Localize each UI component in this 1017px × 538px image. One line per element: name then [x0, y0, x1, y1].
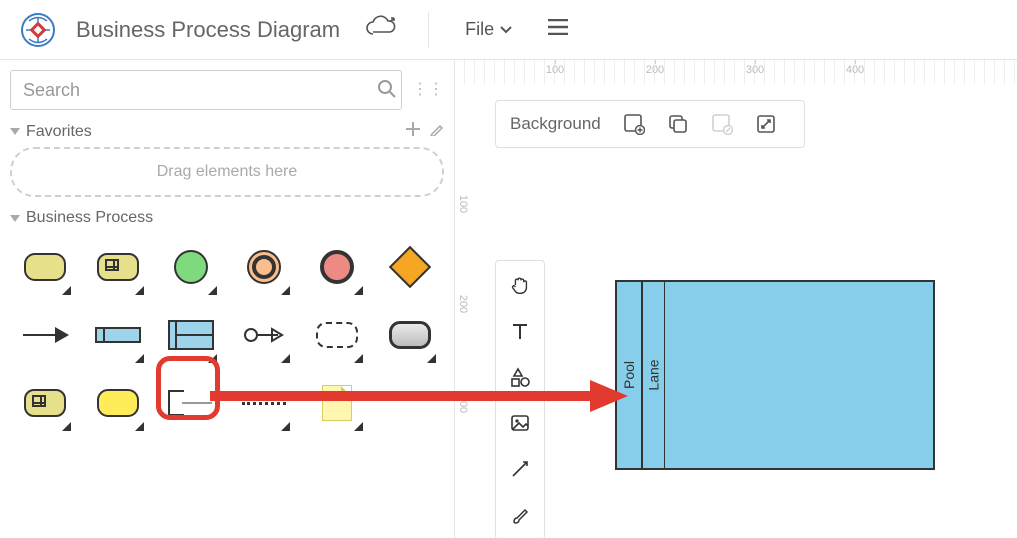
tool-hand-icon[interactable]	[506, 271, 534, 299]
shape-lanes[interactable]	[161, 307, 221, 363]
empty	[380, 375, 440, 431]
shape-intermediate-event[interactable]	[234, 239, 294, 295]
ruler-horizontal: 100 200 300 400	[455, 60, 1017, 84]
tool-text-icon[interactable]	[506, 317, 534, 345]
panel-drag-handle-icon[interactable]: ⋮⋮	[412, 86, 444, 94]
tool-line-icon[interactable]	[506, 455, 534, 483]
bg-add-icon[interactable]	[623, 113, 645, 135]
cloud-sync-icon[interactable]	[364, 15, 398, 44]
shape-rounded-gray[interactable]	[380, 307, 440, 363]
file-menu-label: File	[465, 19, 494, 40]
bg-duplicate-icon[interactable]	[667, 113, 689, 135]
collapse-icon	[10, 215, 20, 222]
shape-start-event[interactable]	[161, 239, 221, 295]
favorites-label: Favorites	[26, 123, 92, 141]
collapse-icon	[10, 128, 20, 135]
shape-gateway[interactable]	[380, 239, 440, 295]
favorites-drop-target[interactable]: Drag elements here	[10, 147, 444, 197]
canvas-toolbar	[495, 260, 545, 538]
tool-image-icon[interactable]	[506, 409, 534, 437]
lane-body[interactable]	[665, 282, 933, 468]
shape-catch-event[interactable]	[234, 307, 294, 363]
shape-subprocess-yellow[interactable]	[15, 375, 75, 431]
ruler-tick: 100	[457, 195, 469, 213]
tool-pen-icon[interactable]	[506, 501, 534, 529]
add-favorite-button[interactable]	[406, 122, 420, 141]
lane-header[interactable]: Lane	[643, 282, 665, 468]
topbar: Business Process Diagram File	[0, 0, 1017, 60]
ruler-tick: 100	[546, 64, 564, 76]
chevron-down-icon	[500, 26, 512, 34]
bg-edit-icon[interactable]	[711, 113, 733, 135]
sidebar: ⋮⋮ Favorites Drag elements here Business…	[0, 60, 455, 538]
ruler-tick: 200	[457, 295, 469, 313]
background-toolbar: Background	[495, 100, 805, 148]
file-menu[interactable]: File	[465, 19, 512, 40]
edit-favorites-button[interactable]	[430, 122, 444, 141]
pool-label: Pool	[621, 361, 637, 389]
favorites-drop-hint: Drag elements here	[157, 163, 298, 181]
shape-dotted-flow[interactable]	[234, 375, 294, 431]
bg-expand-icon[interactable]	[755, 113, 777, 135]
shape-lane-bracket[interactable]	[161, 375, 221, 431]
page-title: Business Process Diagram	[76, 17, 340, 43]
tool-shapes-icon[interactable]	[506, 363, 534, 391]
lane-label: Lane	[646, 359, 662, 390]
background-toolbar-label: Background	[510, 114, 601, 134]
shape-pool[interactable]	[88, 307, 148, 363]
shape-subprocess-dashed[interactable]	[307, 307, 367, 363]
shape-sequence-flow[interactable]	[15, 307, 75, 363]
search-input[interactable]	[10, 70, 402, 110]
favorites-header[interactable]: Favorites	[10, 122, 444, 141]
ruler-tick: 300	[746, 64, 764, 76]
ruler-tick: 400	[846, 64, 864, 76]
hamburger-menu-button[interactable]	[548, 19, 568, 40]
pool-header[interactable]: Pool	[617, 282, 643, 468]
ruler-tick: 300	[457, 395, 469, 413]
ruler-tick: 200	[646, 64, 664, 76]
search-icon[interactable]	[378, 80, 396, 103]
ruler-vertical: 100 200 300	[455, 84, 479, 538]
business-process-label: Business Process	[26, 209, 153, 227]
bpmn-pool[interactable]: Pool Lane	[615, 280, 935, 470]
separator	[428, 12, 429, 48]
shape-task-yellow[interactable]	[88, 375, 148, 431]
business-process-header[interactable]: Business Process	[10, 209, 444, 227]
canvas[interactable]: 100 200 300 400 100 200 300 Background	[455, 60, 1017, 538]
shape-end-event[interactable]	[307, 239, 367, 295]
shape-task[interactable]	[15, 239, 75, 295]
shape-note[interactable]	[307, 375, 367, 431]
app-logo	[20, 12, 56, 48]
shape-task-marker[interactable]	[88, 239, 148, 295]
shape-palette	[10, 233, 444, 437]
